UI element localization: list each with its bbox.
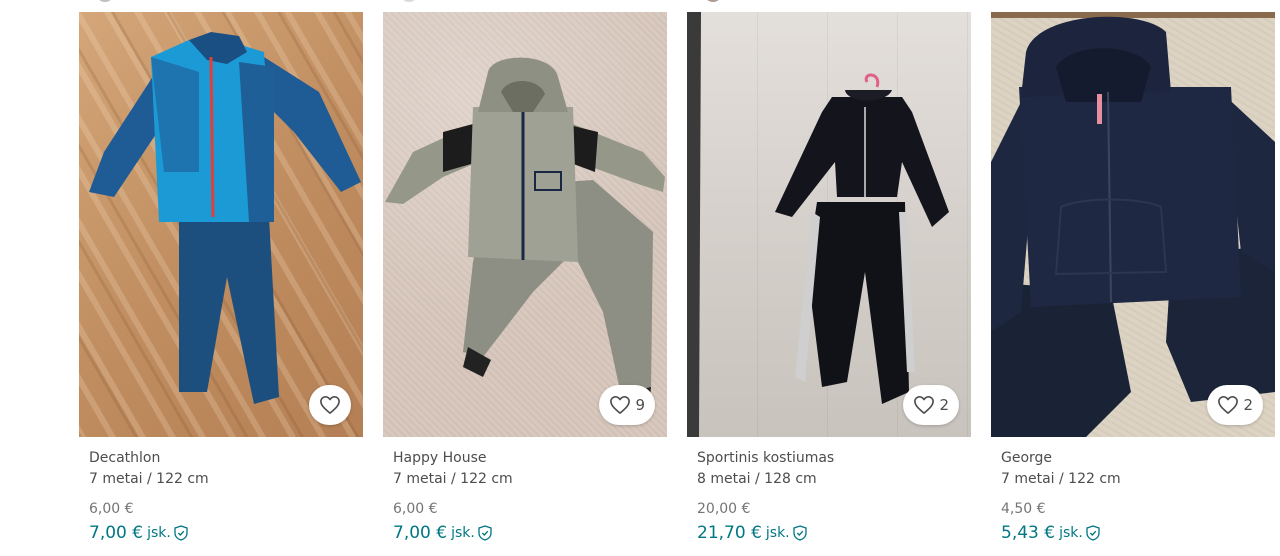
item-total-price[interactable]: 7,00 € jsk. [393,522,657,544]
item-photo-image [991,16,1275,437]
item-price: 20,00 € [697,501,751,517]
item-photo[interactable]: 2 [991,12,1275,437]
heart-outline-icon [914,396,935,414]
item-price: 6,00 € [89,501,134,517]
avatar[interactable] [400,0,418,2]
shield-check-icon[interactable] [792,525,807,541]
item-total-suffix: jsk. [765,525,790,541]
favorite-button[interactable]: 2 [1207,385,1263,425]
item-brand[interactable]: George [1001,449,1265,467]
heart-outline-icon [610,396,631,414]
item-total-suffix: jsk. [147,525,171,541]
avatar[interactable] [704,0,722,2]
item-total-value: 5,43 € [1001,523,1056,543]
favorite-count: 2 [939,396,949,414]
heart-outline-icon [320,396,340,414]
item-card[interactable]: 9 Happy House 7 metai / 122 cm 6,00 € 7,… [383,12,667,544]
item-size: 7 metai / 122 cm [393,471,513,487]
item-photo[interactable]: 2 [687,12,971,437]
item-price: 6,00 € [393,501,438,517]
item-total-value: 21,70 € [697,523,762,543]
item-total-value: 7,00 € [89,523,144,543]
item-total-suffix: jsk. [1059,525,1083,541]
item-photo[interactable]: 9 [383,12,667,437]
item-brand[interactable]: Decathlon [89,449,353,467]
item-total-price[interactable]: 7,00 € jsk. [89,522,353,544]
favorite-count: 9 [635,396,645,414]
item-card[interactable]: 2 Sportinis kostiumas 8 metai / 128 cm 2… [687,12,971,544]
item-photo-image [89,32,361,404]
favorite-button[interactable]: 2 [903,385,959,425]
shield-check-icon[interactable] [1086,525,1100,541]
avatar[interactable] [96,0,114,2]
item-photo-image [687,12,949,437]
item-card[interactable]: Decathlon 7 metai / 122 cm 6,00 € 7,00 €… [79,12,363,544]
item-photo[interactable] [79,12,363,437]
item-price: 4,50 € [1001,501,1046,517]
shield-check-icon[interactable] [174,525,188,541]
favorite-button[interactable] [309,385,351,425]
shield-check-icon[interactable] [478,525,492,541]
item-total-suffix: jsk. [451,525,475,541]
item-total-price[interactable]: 21,70 € jsk. [697,522,961,544]
item-brand[interactable]: Sportinis kostiumas [697,449,961,467]
item-card[interactable]: 2 George 7 metai / 122 cm 4,50 € 5,43 € … [991,12,1275,544]
item-size: 7 metai / 122 cm [89,471,209,487]
favorite-button[interactable]: 9 [599,385,655,425]
item-size: 8 metai / 128 cm [697,471,817,487]
item-size: 7 metai / 122 cm [1001,471,1121,487]
item-total-price[interactable]: 5,43 € jsk. [1001,522,1265,544]
favorite-count: 2 [1243,396,1253,414]
heart-outline-icon [1218,396,1239,414]
item-photo-image [385,57,665,414]
item-brand[interactable]: Happy House [393,449,657,467]
item-total-value: 7,00 € [393,523,448,543]
